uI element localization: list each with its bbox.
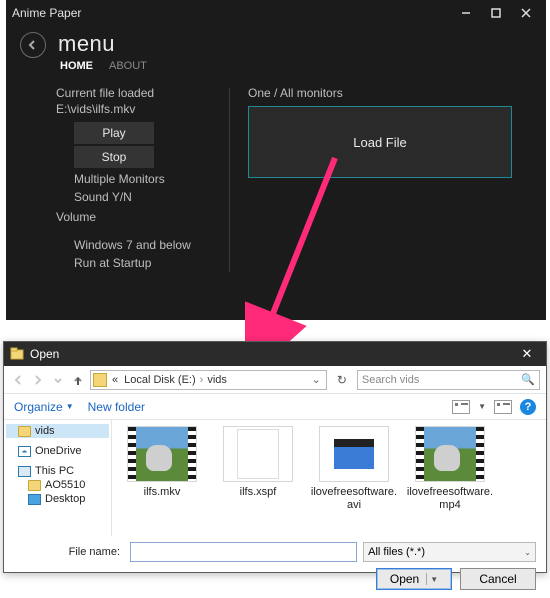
open-file-dialog: Open ✕ « Local Disk (E:) › vids ⌄ ↻ Sear… <box>3 341 547 573</box>
option-multiple-monitors[interactable]: Multiple Monitors <box>74 170 211 188</box>
monitors-column: One / All monitors Load File <box>248 86 532 272</box>
page-title: menu <box>58 31 115 57</box>
crumb-disk[interactable]: Local Disk (E:) <box>121 374 199 386</box>
file-item[interactable]: ilfs.mkv <box>114 426 210 530</box>
tree-item-onedrive[interactable]: OneDrive <box>6 444 109 458</box>
app-header: menu <box>6 26 546 58</box>
monitors-heading: One / All monitors <box>248 86 512 100</box>
folder-tree: vids OneDrive This PC AO5510 Desktop <box>4 420 112 536</box>
play-button[interactable]: Play <box>74 122 154 144</box>
tree-item-desktop[interactable]: Desktop <box>6 492 109 506</box>
file-name: ilovefreesoftware.mp4 <box>405 486 495 511</box>
minimize-button[interactable] <box>452 4 480 22</box>
option-run-startup[interactable]: Run at Startup <box>74 254 211 272</box>
video-icon <box>319 426 389 482</box>
dialog-close-button[interactable]: ✕ <box>514 346 540 362</box>
tab-home[interactable]: HOME <box>60 60 93 72</box>
caret-down-icon: ▼ <box>66 402 74 411</box>
dialog-icon <box>10 347 24 361</box>
current-file-label: Current file loaded <box>56 86 211 100</box>
current-file-path: E:\vids\ilfs.mkv <box>56 102 211 116</box>
folder-icon <box>93 373 107 387</box>
search-input[interactable]: Search vids 🔍 <box>357 370 540 390</box>
window-title: Anime Paper <box>12 6 452 20</box>
breadcrumb[interactable]: « Local Disk (E:) › vids ⌄ <box>90 370 327 390</box>
crumb-folder[interactable]: vids <box>204 374 230 386</box>
tree-item-ao5510[interactable]: AO5510 <box>6 478 109 492</box>
close-button[interactable] <box>512 4 540 22</box>
cancel-button[interactable]: Cancel <box>460 568 536 590</box>
filename-label: File name: <box>14 546 124 558</box>
file-list: ilfs.mkv ilfs.xspf ilovefreesoftware.avi… <box>112 420 546 536</box>
onedrive-icon <box>18 446 31 457</box>
back-button[interactable] <box>20 32 46 58</box>
maximize-button[interactable] <box>482 4 510 22</box>
volume-label: Volume <box>56 210 211 224</box>
pc-icon <box>18 466 31 477</box>
file-item[interactable]: ilfs.xspf <box>210 426 306 530</box>
anime-paper-window: Anime Paper menu HOME ABOUT Current file… <box>6 0 546 320</box>
nav-up-button[interactable] <box>70 372 86 388</box>
search-placeholder: Search vids <box>362 374 521 386</box>
desktop-icon <box>28 494 41 505</box>
dialog-toolbar: Organize▼ New folder ▼ ? <box>4 394 546 420</box>
preview-pane-button[interactable] <box>494 400 512 414</box>
organize-menu[interactable]: Organize▼ <box>14 400 74 414</box>
dialog-nav: « Local Disk (E:) › vids ⌄ ↻ Search vids… <box>4 366 546 394</box>
stop-button[interactable]: Stop <box>74 146 154 168</box>
folder-icon <box>18 426 31 437</box>
nav-recent-button[interactable] <box>50 372 66 388</box>
nav-forward-button[interactable] <box>30 372 46 388</box>
filetype-filter[interactable]: All files (*.*)⌄ <box>363 542 536 562</box>
file-item[interactable]: ilovefreesoftware.avi <box>306 426 402 530</box>
file-name: ilovefreesoftware.avi <box>309 486 399 511</box>
refresh-button[interactable]: ↻ <box>331 373 353 387</box>
tab-about[interactable]: ABOUT <box>109 60 147 72</box>
option-win7-below[interactable]: Windows 7 and below <box>74 236 211 254</box>
chevron-down-icon[interactable]: ⌄ <box>309 373 324 386</box>
tree-item-vids[interactable]: vids <box>6 424 109 438</box>
open-button[interactable]: Open▼ <box>376 568 452 590</box>
view-options-button[interactable] <box>452 400 470 414</box>
dialog-footer: File name: All files (*.*)⌄ Open▼ Cancel <box>4 536 546 598</box>
video-thumbnail <box>127 426 197 482</box>
dialog-title: Open <box>30 347 59 361</box>
nav-back-button[interactable] <box>10 372 26 388</box>
dialog-titlebar: Open ✕ <box>4 342 546 366</box>
titlebar: Anime Paper <box>6 0 546 26</box>
divider <box>229 88 230 272</box>
option-sound-yn[interactable]: Sound Y/N <box>74 188 211 206</box>
caret-down-icon[interactable]: ▼ <box>478 402 486 411</box>
search-icon: 🔍 <box>521 373 535 386</box>
load-file-button[interactable]: Load File <box>248 106 512 178</box>
help-button[interactable]: ? <box>520 399 536 415</box>
settings-column: Current file loaded E:\vids\ilfs.mkv Pla… <box>56 86 211 272</box>
folder-icon <box>28 480 41 491</box>
file-name: ilfs.mkv <box>144 486 181 499</box>
subtabs: HOME ABOUT <box>6 60 546 72</box>
file-thumbnail <box>223 426 293 482</box>
new-folder-button[interactable]: New folder <box>88 400 145 414</box>
file-name: ilfs.xspf <box>240 486 277 499</box>
video-thumbnail <box>415 426 485 482</box>
tree-item-thispc[interactable]: This PC <box>6 464 109 478</box>
filename-input[interactable] <box>130 542 357 562</box>
file-item[interactable]: ilovefreesoftware.mp4 <box>402 426 498 530</box>
crumb-prefix: « <box>109 374 121 386</box>
caret-down-icon: ⌄ <box>524 548 531 557</box>
